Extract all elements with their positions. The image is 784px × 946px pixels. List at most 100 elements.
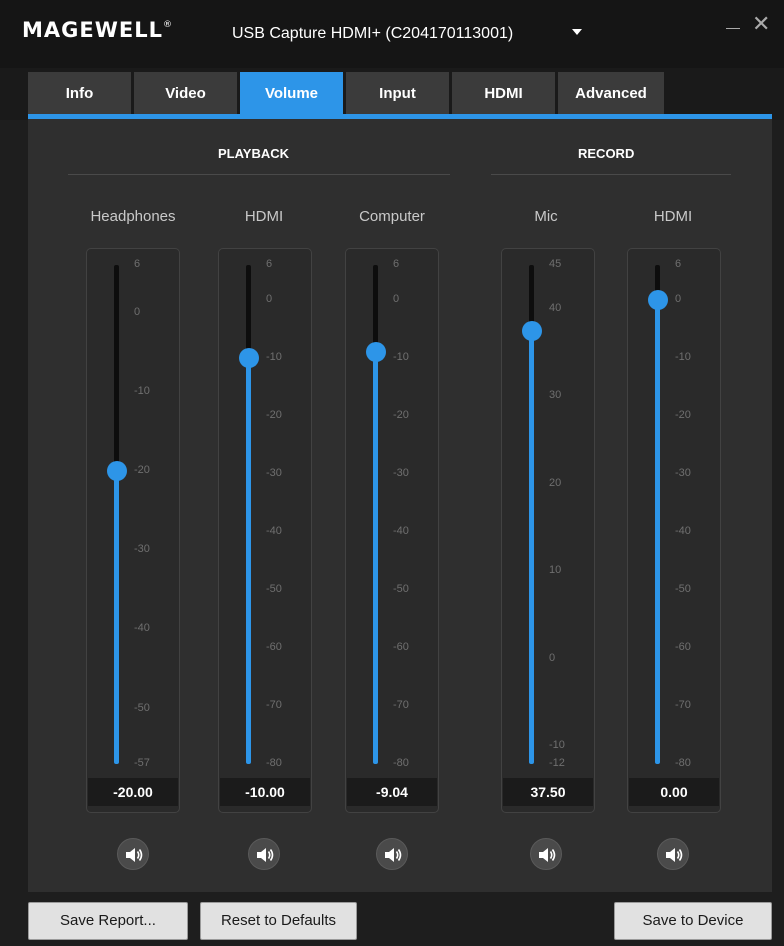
slider-thumb-hdmi-record[interactable] [648, 289, 668, 310]
slider-thumb-hdmi-playback[interactable] [239, 347, 259, 368]
scale-tick-label: 10 [549, 564, 562, 577]
scale-tick-label: -50 [675, 582, 691, 595]
mute-button-computer[interactable] [376, 838, 408, 870]
speaker-icon [257, 848, 274, 862]
scale-tick-label: -50 [393, 582, 409, 595]
record-heading: RECORD [578, 146, 635, 161]
scale-tick-label: -20 [266, 408, 282, 421]
scale-tick-label: 30 [549, 389, 562, 402]
scale-tick-label: 0 [393, 292, 400, 305]
scale-tick-label: -57 [134, 757, 150, 769]
minimize-icon[interactable] [726, 28, 740, 29]
scale-tick-label: 0 [134, 305, 141, 318]
scale-tick-label: -80 [266, 757, 282, 769]
device-selector-label[interactable]: USB Capture HDMI+ (C204170113001) [232, 25, 513, 43]
volume-value-mic: 37.50 [503, 778, 593, 806]
scale-tick-label: -40 [675, 524, 691, 537]
scale-tick-label: -20 [675, 408, 691, 421]
chevron-down-icon[interactable] [572, 29, 582, 35]
scale-tick-label: -30 [675, 466, 691, 479]
scale-tick-label: -40 [393, 524, 409, 537]
scale-tick-label: -10 [549, 739, 565, 752]
volume-slider-panel-hdmi-playback [218, 248, 312, 813]
scale-tick-label: -60 [393, 640, 409, 653]
scale-tick-label: -40 [134, 622, 150, 635]
scale-tick-label: -40 [266, 524, 282, 537]
scale-tick-label: -30 [134, 543, 150, 556]
volume-value-hdmi-playback: -10.00 [220, 778, 310, 806]
mute-button-headphones[interactable] [117, 838, 149, 870]
scale-tick-label: -50 [266, 582, 282, 595]
scale-tick-label: 45 [549, 258, 562, 270]
mute-button-hdmi-playback[interactable] [248, 838, 280, 870]
tab-info[interactable]: Info [28, 72, 131, 114]
speaker-icon [126, 848, 143, 862]
scale-tick-label: -70 [675, 698, 691, 711]
volume-slider-panel-mic [501, 248, 595, 813]
mute-button-mic[interactable] [530, 838, 562, 870]
slider-fill-headphones [114, 470, 119, 764]
slider-thumb-headphones[interactable] [107, 460, 127, 481]
tab-hdmi[interactable]: HDMI [452, 72, 555, 114]
volume-slider-panel-hdmi-record [627, 248, 721, 813]
tab-input[interactable]: Input [346, 72, 449, 114]
scale-tick-label: -80 [393, 757, 409, 769]
scale-tick-label: -60 [675, 640, 691, 653]
scale-tick-label: 6 [266, 258, 273, 270]
scale-tick-label: -20 [393, 408, 409, 421]
scale-tick-label: 6 [134, 258, 141, 270]
scale-tick-label: 0 [549, 651, 556, 664]
tab-volume[interactable]: Volume [240, 72, 343, 114]
scale-tick-label: -10 [134, 384, 150, 397]
scale-tick-label: -10 [266, 350, 282, 363]
scale-tick-label: 40 [549, 301, 562, 314]
scale-tick-label: 6 [393, 258, 400, 270]
scale-tick-label: -70 [393, 698, 409, 711]
mute-button-hdmi-record[interactable] [657, 838, 689, 870]
volume-slider-panel-headphones [86, 248, 180, 813]
slider-thumb-mic[interactable] [522, 320, 542, 341]
speaker-icon [385, 848, 402, 862]
tab-video[interactable]: Video [134, 72, 237, 114]
speaker-icon [539, 848, 556, 862]
channel-label-mic: Mic [534, 208, 558, 225]
scale-tick-label: -70 [266, 698, 282, 711]
slider-fill-computer [373, 352, 378, 764]
volume-value-computer: -9.04 [347, 778, 437, 806]
scale-tick-label: -80 [675, 757, 691, 769]
playback-divider [68, 174, 450, 175]
scale-tick-label: 0 [675, 292, 682, 305]
channel-label-hdmi-playback: HDMI [244, 208, 284, 225]
tab-advanced[interactable]: Advanced [558, 72, 664, 114]
magewell-logo: MAGEWELL® [22, 18, 174, 42]
scale-tick-label: 6 [675, 258, 682, 270]
slider-fill-hdmi-record [655, 299, 660, 764]
scale-tick-label: -20 [134, 463, 150, 476]
reset-to-defaults-button[interactable]: Reset to Defaults [200, 902, 357, 940]
scale-tick-label: -12 [549, 757, 565, 769]
slider-fill-mic [529, 330, 534, 764]
playback-heading: PLAYBACK [218, 146, 290, 161]
scale-tick-label: -50 [134, 701, 150, 714]
close-icon[interactable]: ✕ [752, 14, 770, 36]
channel-label-computer: Computer [359, 208, 425, 225]
slider-fill-hdmi-playback [246, 357, 251, 764]
scale-tick-label: -30 [266, 466, 282, 479]
scale-tick-label: 20 [549, 476, 562, 489]
scale-tick-label: -10 [675, 350, 691, 363]
speaker-icon [666, 848, 683, 862]
scale-tick-label: 0 [266, 292, 273, 305]
volume-value-headphones: -20.00 [88, 778, 178, 806]
scale-tick-label: -30 [393, 466, 409, 479]
channel-label-headphones: Headphones [90, 208, 176, 225]
title-bar: MAGEWELL® USB Capture HDMI+ (C2041701130… [0, 0, 784, 68]
volume-slider-panel-computer [345, 248, 439, 813]
save-to-device-button[interactable]: Save to Device [614, 902, 772, 940]
volume-value-hdmi-record: 0.00 [629, 778, 719, 806]
channel-label-hdmi-record: HDMI [653, 208, 693, 225]
scale-tick-label: -60 [266, 640, 282, 653]
save-report-button[interactable]: Save Report... [28, 902, 188, 940]
scale-tick-label: -10 [393, 350, 409, 363]
tab-bar: Info Video Volume Input HDMI Advanced [0, 68, 784, 120]
record-divider [491, 174, 731, 175]
